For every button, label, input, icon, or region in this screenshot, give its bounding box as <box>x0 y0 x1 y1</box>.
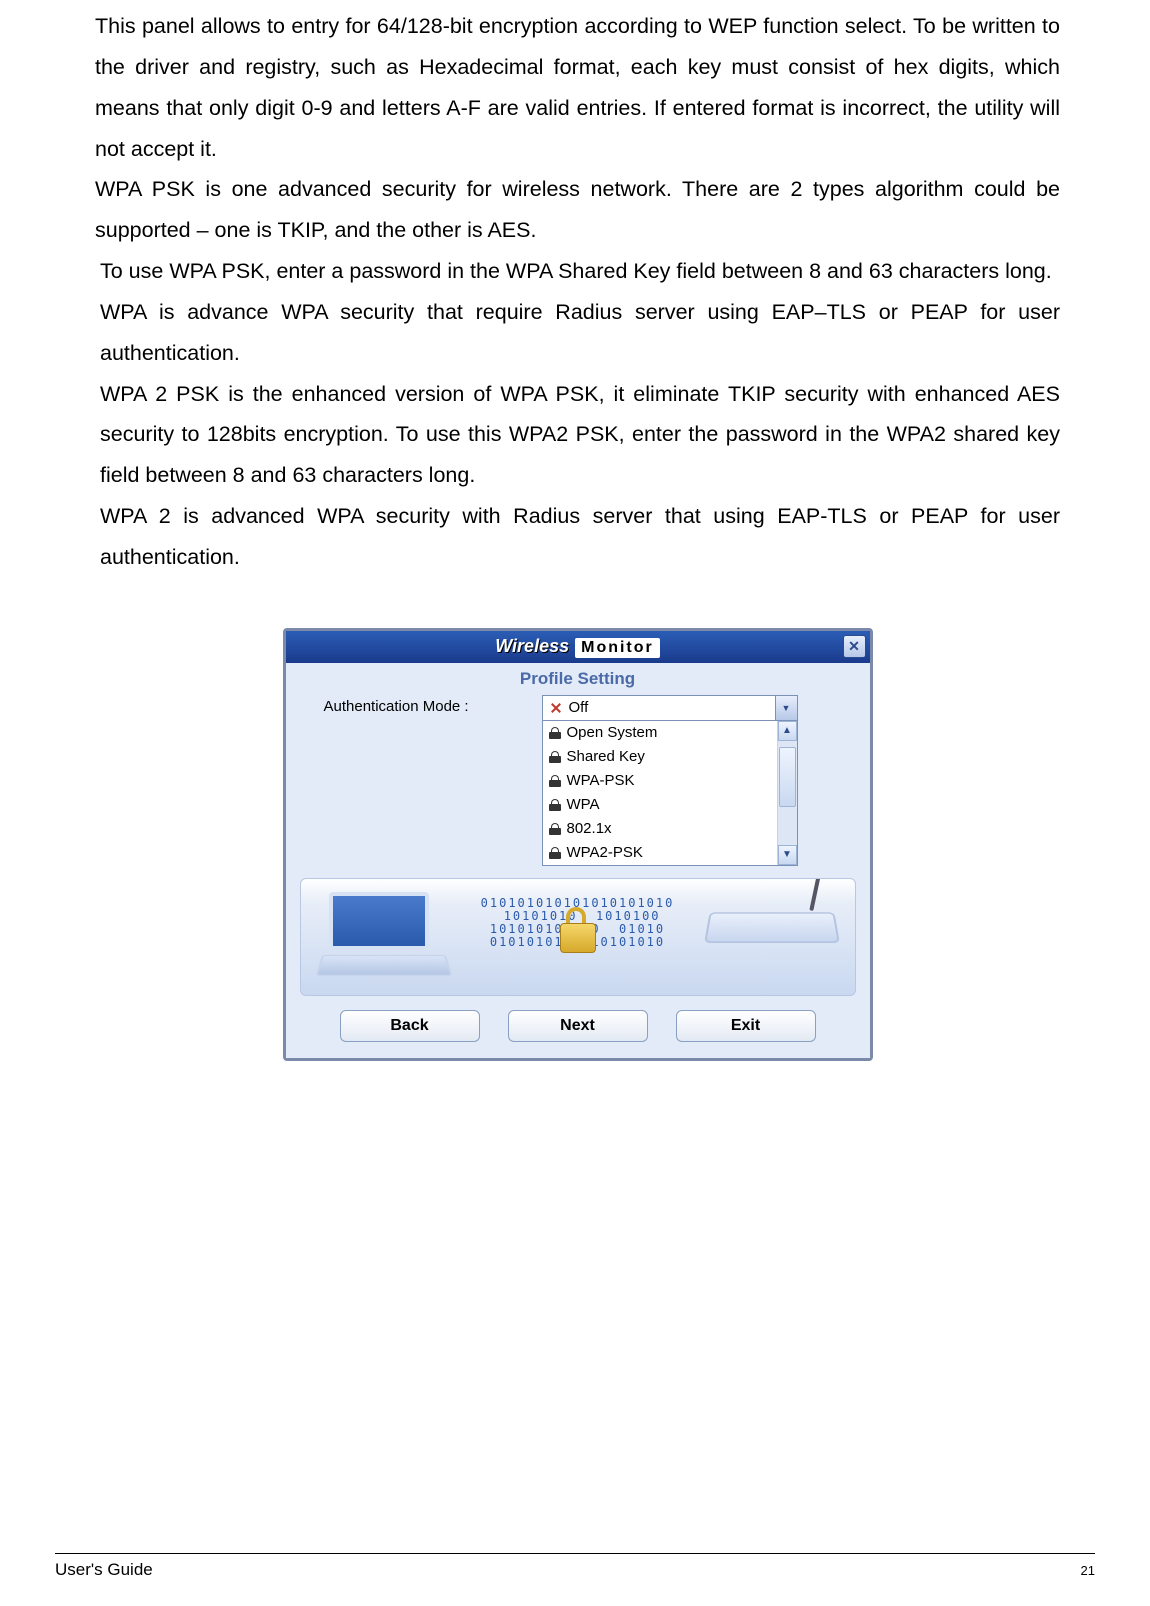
footer-doc-title: User's Guide <box>55 1560 153 1580</box>
auth-mode-combo[interactable]: Off Open System Shared Key WPA-PSK WPA 8… <box>542 695 798 866</box>
lock-icon <box>549 799 561 811</box>
paragraph-wep: This panel allows to entry for 64/128-bi… <box>95 6 1060 169</box>
paragraph-wpa2-psk: WPA 2 PSK is the enhanced version of WPA… <box>95 374 1060 497</box>
exit-button[interactable]: Exit <box>676 1010 816 1042</box>
option-shared-key[interactable]: Shared Key <box>543 745 777 769</box>
app-brand: Wireless <box>495 636 569 657</box>
scroll-track[interactable] <box>778 741 797 845</box>
window: Wireless Monitor ✕ Profile Setting Authe… <box>283 628 873 1061</box>
page-footer: User's Guide 21 <box>55 1553 1095 1580</box>
scroll-up-button[interactable]: ▲ <box>778 721 797 741</box>
illustration-banner: 010101010101010101010 10101010 1010100 1… <box>300 878 856 996</box>
dropdown-arrow-icon[interactable] <box>775 696 797 720</box>
app-name: Monitor <box>575 638 660 658</box>
option-8021x[interactable]: 802.1x <box>543 817 777 841</box>
next-button[interactable]: Next <box>508 1010 648 1042</box>
option-label: Open System <box>567 724 658 741</box>
paragraph-wpa2: WPA 2 is advanced WPA security with Radi… <box>95 496 1060 578</box>
option-label: WPA-PSK <box>567 772 635 789</box>
laptop-icon <box>319 892 449 982</box>
page-content: This panel allows to entry for 64/128-bi… <box>0 0 1150 1061</box>
option-open-system[interactable]: Open System <box>543 721 777 745</box>
paragraph-wpa-psk-usage: To use WPA PSK, enter a password in the … <box>95 251 1060 292</box>
option-label: WPA <box>567 796 600 813</box>
option-label: 802.1x <box>567 820 612 837</box>
window-subtitle: Profile Setting <box>296 669 860 695</box>
router-icon <box>707 897 837 977</box>
lock-icon <box>549 775 561 787</box>
auth-mode-selected-row[interactable]: Off <box>542 695 798 721</box>
option-wpa[interactable]: WPA <box>543 793 777 817</box>
auth-mode-dropdown: Open System Shared Key WPA-PSK WPA 802.1… <box>542 721 798 866</box>
lock-icon <box>549 727 561 739</box>
option-wpa2-psk[interactable]: WPA2-PSK <box>543 841 777 865</box>
auth-mode-selected: Off <box>569 699 589 716</box>
close-icon: ✕ <box>848 638 860 655</box>
option-label: Shared Key <box>567 748 645 765</box>
off-icon <box>549 701 563 715</box>
scroll-down-button[interactable]: ▼ <box>778 845 797 865</box>
padlock-icon <box>560 907 596 955</box>
auth-mode-label: Authentication Mode : <box>324 695 534 715</box>
lock-icon <box>549 847 561 859</box>
wizard-buttons: Back Next Exit <box>296 1010 860 1042</box>
footer-rule <box>55 1553 1095 1554</box>
dropdown-scrollbar[interactable]: ▲ ▼ <box>777 721 797 865</box>
back-button[interactable]: Back <box>340 1010 480 1042</box>
screenshot-wireless-monitor: Wireless Monitor ✕ Profile Setting Authe… <box>283 628 873 1061</box>
titlebar: Wireless Monitor ✕ <box>286 631 870 663</box>
paragraph-wpa: WPA is advance WPA security that require… <box>95 292 1060 374</box>
lock-icon <box>549 823 561 835</box>
paragraph-wpa-psk: WPA PSK is one advanced security for wir… <box>95 169 1060 251</box>
page-number: 21 <box>1081 1563 1095 1578</box>
option-label: WPA2-PSK <box>567 844 643 861</box>
scroll-thumb[interactable] <box>779 747 796 807</box>
auth-mode-row: Authentication Mode : Off Open System Sh… <box>324 695 860 866</box>
window-body: Profile Setting Authentication Mode : Of… <box>286 663 870 1058</box>
close-button[interactable]: ✕ <box>843 635 866 658</box>
lock-icon <box>549 751 561 763</box>
option-wpa-psk[interactable]: WPA-PSK <box>543 769 777 793</box>
